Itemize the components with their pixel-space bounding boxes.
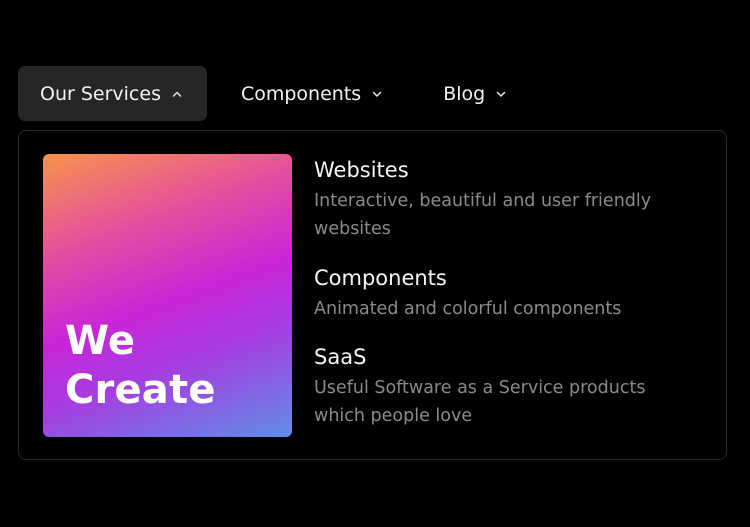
services-dropdown-panel: We Create Websites Interactive, beautifu…: [18, 130, 727, 460]
link-title: Websites: [314, 158, 409, 182]
link-description: Interactive, beautiful and user friendly…: [314, 191, 652, 239]
chevron-up-icon: [171, 88, 183, 100]
main-nav: Our Services Components Blog: [18, 66, 507, 121]
promo-line-2: Create: [65, 367, 216, 413]
nav-item-label: Components: [240, 82, 362, 105]
nav-item-label: Blog: [443, 82, 486, 105]
promo-heading: We Create: [65, 317, 216, 415]
chevron-down-icon: [371, 88, 383, 100]
nav-item-blog[interactable]: Blog: [443, 66, 507, 121]
promo-card[interactable]: We Create: [43, 154, 292, 437]
link-saas[interactable]: SaaS Useful Software as a Service produc…: [314, 342, 694, 430]
link-description: Useful Software as a Service products wh…: [314, 378, 646, 426]
link-components[interactable]: Components Animated and colorful compone…: [314, 263, 694, 323]
nav-item-label: Our Services: [40, 82, 161, 105]
nav-item-components[interactable]: Components: [241, 66, 383, 121]
promo-line-1: We: [65, 318, 136, 364]
link-description: Animated and colorful components: [314, 299, 622, 319]
nav-item-our-services[interactable]: Our Services: [18, 66, 207, 121]
link-title: Components: [314, 266, 447, 290]
link-title: SaaS: [314, 345, 367, 369]
chevron-down-icon: [495, 88, 507, 100]
link-websites[interactable]: Websites Interactive, beautiful and user…: [314, 155, 694, 243]
